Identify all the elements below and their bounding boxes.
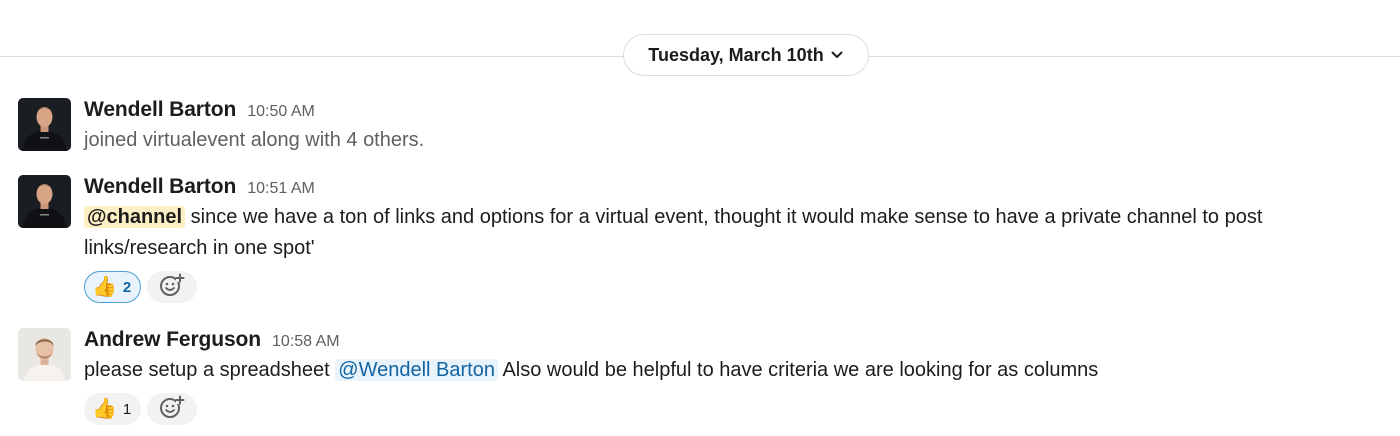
reaction-thumbsup[interactable]: 👍 1 <box>84 393 142 425</box>
message-text: please setup a spreadsheet @Wendell Bart… <box>84 355 1384 386</box>
message-body: since we have a ton of links and options… <box>84 206 1263 259</box>
chevron-down-icon <box>830 48 844 62</box>
message-text: @channel since we have a ton of links an… <box>84 202 1384 264</box>
date-divider-button[interactable]: Tuesday, March 10th <box>623 34 869 76</box>
reaction-count: 1 <box>122 400 132 418</box>
message-body-after: Also would be helpful to have criteria w… <box>502 359 1099 381</box>
add-emoji-icon <box>159 272 185 303</box>
add-reaction-button[interactable] <box>147 271 198 303</box>
reaction-bar: 👍 2 <box>84 271 1384 303</box>
user-mention[interactable]: @Wendell Barton <box>335 359 498 381</box>
reaction-count: 2 <box>122 278 132 296</box>
author-name[interactable]: Wendell Barton <box>84 98 236 122</box>
reaction-bar: 👍 1 <box>84 393 1384 425</box>
date-label: Tuesday, March 10th <box>648 44 824 65</box>
add-emoji-icon <box>159 394 185 425</box>
author-name[interactable]: Andrew Ferguson <box>84 328 261 352</box>
message-text: joined virtualevent along with 4 others. <box>84 129 425 151</box>
timestamp[interactable]: 10:58 AM <box>272 333 340 351</box>
channel-mention[interactable]: @channel <box>84 206 186 228</box>
thumbs-up-icon: 👍 <box>92 398 117 420</box>
thumbs-up-icon: 👍 <box>92 276 117 298</box>
timestamp[interactable]: 10:50 AM <box>247 103 315 121</box>
timestamp[interactable]: 10:51 AM <box>247 180 315 198</box>
message-body-before: please setup a spreadsheet <box>84 359 330 381</box>
author-name[interactable]: Wendell Barton <box>84 175 236 199</box>
reaction-thumbsup[interactable]: 👍 2 <box>84 271 142 303</box>
avatar[interactable] <box>18 328 71 381</box>
add-reaction-button[interactable] <box>147 393 198 425</box>
avatar[interactable] <box>18 98 71 151</box>
avatar[interactable] <box>18 175 71 228</box>
